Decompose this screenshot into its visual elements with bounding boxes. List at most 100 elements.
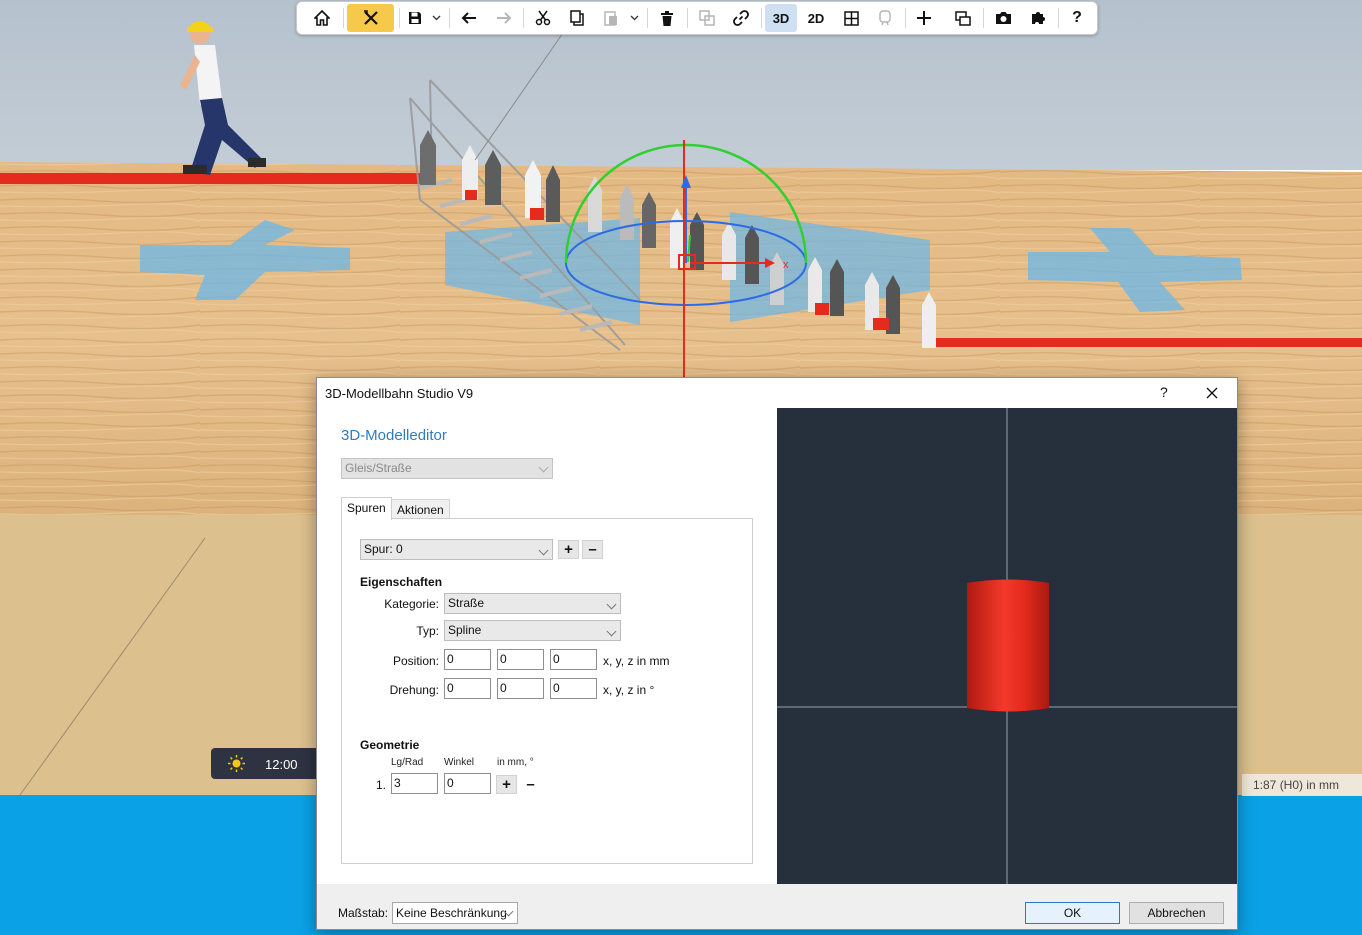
home-icon (314, 10, 330, 26)
spline-type-select[interactable]: Spline (444, 620, 621, 641)
home-button[interactable] (307, 4, 337, 32)
category-select[interactable]: Straße (444, 593, 621, 614)
delete-button[interactable] (653, 4, 681, 32)
train-icon (879, 10, 891, 26)
spline-type-value: Spline (448, 623, 482, 637)
grid-button[interactable] (837, 4, 865, 32)
chevron-down-icon (606, 626, 617, 637)
preview-render (777, 408, 1237, 884)
rotation-x-input[interactable]: 0 (444, 678, 491, 699)
window-button[interactable] (949, 4, 977, 32)
tools-icon (363, 10, 378, 25)
time-display: 12:00 (265, 757, 298, 772)
geometry-col-length: Lg/Rad (391, 757, 424, 768)
grid-icon (843, 10, 859, 26)
dialog-help-button[interactable]: ? (1160, 384, 1168, 400)
model-editor-dialog: 3D-Modellbahn Studio V9 ? 3D-Modelledito… (316, 377, 1238, 930)
position-label: Position: (392, 654, 439, 668)
properties-heading: Eigenschaften (360, 575, 443, 589)
tools-button[interactable] (347, 4, 394, 32)
svg-text:x: x (783, 259, 789, 271)
chevron-down-icon (630, 15, 638, 21)
camera-icon (995, 12, 1011, 24)
delete-icon (661, 10, 673, 26)
rotation-unit: x, y, z in ° (603, 683, 655, 697)
category-value: Straße (448, 596, 485, 610)
chevron-down-icon (538, 545, 549, 556)
save-icon (409, 12, 421, 24)
redo-icon (497, 12, 512, 24)
view-3d-label: 3D (772, 10, 790, 26)
help-icon: ? (1072, 9, 1082, 26)
geometry-row-index: 1. (375, 778, 386, 792)
sun-icon (228, 755, 245, 772)
paste-button[interactable] (597, 4, 625, 32)
add-segment-button[interactable]: + (496, 775, 517, 794)
copy-icon (570, 10, 584, 26)
geometry-angle-input[interactable]: 0 (444, 773, 491, 794)
geometry-col-angle: Winkel (444, 757, 475, 768)
view-2d-label: 2D (807, 10, 825, 26)
close-icon (1206, 387, 1218, 399)
window-icon (955, 10, 971, 26)
geometry-length-input[interactable]: 3 (391, 773, 438, 794)
paste-icon (604, 11, 617, 26)
camera-button[interactable] (989, 4, 1017, 32)
position-x-input[interactable]: 0 (444, 649, 491, 670)
time-widget[interactable]: 12:00 (211, 748, 321, 779)
chevron-down-icon (538, 462, 549, 473)
plugins-button[interactable] (1024, 4, 1052, 32)
link-icon (733, 10, 749, 26)
view-3d-button[interactable]: 3D (765, 4, 797, 32)
model-preview[interactable] (777, 408, 1237, 884)
remove-track-button[interactable]: – (582, 540, 603, 559)
group-button[interactable] (693, 4, 721, 32)
scale-limit-select[interactable]: Keine Beschränkung (392, 902, 518, 924)
train-button[interactable] (871, 4, 899, 32)
dialog-title: 3D-Modellbahn Studio V9 (325, 386, 474, 401)
add-track-button[interactable]: + (558, 540, 579, 559)
rotation-z-input[interactable]: 0 (550, 678, 597, 699)
tab-aktionen[interactable]: Aktionen (391, 499, 450, 520)
position-y-input[interactable]: 0 (497, 649, 544, 670)
track-select-value: Spur: 0 (364, 542, 403, 556)
link-button[interactable] (727, 4, 755, 32)
cut-button[interactable] (529, 4, 557, 32)
rotation-label: Drehung: (389, 683, 439, 697)
track-select[interactable]: Spur: 0 (360, 539, 553, 560)
paste-menu-button[interactable] (627, 4, 641, 32)
position-unit: x, y, z in mm (603, 654, 670, 668)
group-icon (699, 10, 715, 26)
type-select[interactable]: Gleis/Straße (341, 458, 553, 479)
type-label: Typ: (416, 624, 439, 638)
undo-button[interactable] (455, 4, 483, 32)
tracks-panel: Spur: 0 + – Eigenschaften Kategorie: Str… (341, 518, 753, 864)
type-select-value: Gleis/Straße (345, 461, 412, 475)
chevron-down-icon (432, 15, 440, 21)
dialog-footer: Maßstab: Keine Beschränkung OK Abbrechen (317, 884, 1237, 929)
view-2d-button[interactable]: 2D (800, 4, 832, 32)
tab-spuren[interactable]: Spuren (341, 497, 392, 520)
dialog-close-button[interactable] (1201, 382, 1223, 404)
add-icon (917, 11, 931, 25)
rotation-y-input[interactable]: 0 (497, 678, 544, 699)
editor-heading: 3D-Modelleditor (341, 427, 447, 444)
help-button[interactable]: ? (1063, 4, 1091, 32)
chevron-down-icon (606, 599, 617, 610)
ok-button[interactable]: OK (1025, 902, 1120, 924)
puzzle-icon (1032, 12, 1045, 24)
redo-button[interactable] (490, 4, 518, 32)
geometry-heading: Geometrie (360, 738, 420, 752)
cancel-button[interactable]: Abbrechen (1129, 902, 1224, 924)
main-toolbar: 3D 2D ? (296, 1, 1098, 35)
remove-segment-button[interactable]: – (520, 775, 541, 794)
copy-button[interactable] (563, 4, 591, 32)
save-button[interactable] (403, 4, 427, 32)
add-button[interactable] (910, 4, 938, 32)
undo-icon (461, 12, 476, 24)
scale-limit-label: Maßstab: (338, 906, 389, 920)
scale-limit-value: Keine Beschränkung (396, 906, 507, 920)
scale-info: 1:87 (H0) in mm (1242, 774, 1362, 796)
position-z-input[interactable]: 0 (550, 649, 597, 670)
save-menu-button[interactable] (429, 4, 443, 32)
